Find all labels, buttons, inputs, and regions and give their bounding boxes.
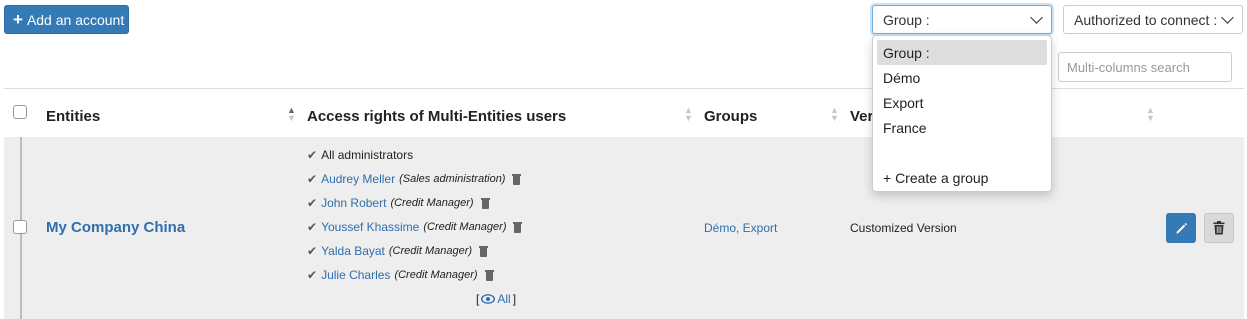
checkmark-icon: ✔	[307, 268, 318, 282]
bracket-close: ]	[512, 292, 517, 306]
sort-access-rights-icon[interactable]: ▲ ▼	[684, 106, 693, 123]
group-option[interactable]: Export	[873, 90, 1051, 115]
trash-icon[interactable]	[479, 245, 489, 257]
user-name-link[interactable]: Youssef Khassime	[321, 220, 419, 234]
group-option[interactable]: Démo	[873, 65, 1051, 90]
user-line: ✔ Audrey Meller (Sales administration)	[307, 172, 522, 186]
add-account-button[interactable]: + Add an account	[4, 5, 129, 34]
plus-icon: +	[13, 10, 23, 29]
sort-entities-icon[interactable]: ▲ ▼	[287, 106, 296, 123]
trash-icon[interactable]	[480, 197, 490, 209]
user-line: ✔ Youssef Khassime (Credit Manager)	[307, 220, 523, 234]
user-line: ✔ Julie Charles (Credit Manager)	[307, 268, 494, 282]
trash-icon[interactable]	[512, 173, 522, 185]
create-group-option[interactable]: + Create a group	[873, 165, 1051, 190]
group-option[interactable]: France	[873, 115, 1051, 140]
user-name-link[interactable]: Julie Charles	[321, 268, 390, 282]
user-role: (Credit Manager)	[388, 245, 473, 257]
entity-name-link[interactable]: My Company China	[46, 219, 185, 236]
row-groups-link[interactable]: Démo, Export	[704, 221, 777, 235]
user-name-link[interactable]: Yalda Bayat	[321, 244, 385, 258]
user-role: (Sales administration)	[399, 173, 506, 185]
eye-icon	[481, 294, 496, 304]
checkmark-icon: ✔	[307, 244, 318, 258]
sort-actions-icon[interactable]: ▲ ▼	[1146, 106, 1155, 123]
group-filter-value: Group :	[883, 11, 930, 28]
dropdown-spacer	[873, 140, 1051, 165]
group-option[interactable]: Group :	[877, 40, 1047, 65]
delete-button[interactable]	[1204, 213, 1234, 243]
user-role: (Credit Manager)	[423, 221, 507, 233]
sort-groups-icon[interactable]: ▲ ▼	[830, 106, 839, 123]
checkmark-icon: ✔	[307, 220, 318, 234]
chevron-down-icon	[1030, 10, 1043, 24]
user-name-link[interactable]: Audrey Meller	[321, 172, 395, 186]
header-version[interactable]: Ver	[850, 108, 873, 125]
table-top-divider	[4, 88, 1244, 89]
user-role: (Credit Manager)	[390, 197, 474, 209]
add-account-label: Add an account	[26, 11, 125, 28]
select-all-checkbox[interactable]	[13, 105, 27, 119]
all-administrators-label: All administrators	[321, 148, 414, 162]
header-groups[interactable]: Groups	[704, 108, 757, 125]
checkmark-icon: ✔	[307, 148, 318, 162]
bracket-open: [	[476, 292, 480, 306]
trash-icon	[1213, 221, 1225, 235]
row-checkbox[interactable]	[13, 220, 27, 234]
table-row	[4, 137, 1244, 319]
trash-icon[interactable]	[484, 269, 494, 281]
all-administrators-line: ✔ All administrators	[307, 148, 413, 162]
chevron-down-icon	[1221, 10, 1234, 24]
edit-button[interactable]	[1166, 213, 1196, 243]
header-entities[interactable]: Entities	[46, 108, 100, 125]
all-users-link[interactable]: [ All ]	[476, 292, 516, 306]
authorized-filter-value: Authorized to connect :	[1074, 11, 1218, 28]
header-access-rights[interactable]: Access rights of Multi-Entities users	[307, 108, 566, 125]
pencil-icon	[1175, 222, 1187, 234]
checkmark-icon: ✔	[307, 172, 318, 186]
user-line: ✔ John Robert (Credit Manager)	[307, 196, 490, 210]
user-line: ✔ Yalda Bayat (Credit Manager)	[307, 244, 489, 258]
user-name-link[interactable]: John Robert	[321, 196, 386, 210]
all-users-label: All	[497, 292, 511, 306]
group-filter-select[interactable]: Group :	[872, 5, 1052, 34]
multi-columns-search-input[interactable]	[1058, 52, 1232, 82]
checkmark-icon: ✔	[307, 196, 318, 210]
authorized-filter-select[interactable]: Authorized to connect :	[1063, 5, 1243, 34]
trash-icon[interactable]	[513, 221, 523, 233]
user-role: (Credit Manager)	[394, 269, 478, 281]
group-dropdown-menu: Group : Démo Export France + Create a gr…	[872, 35, 1052, 192]
row-version: Customized Version	[850, 221, 957, 235]
